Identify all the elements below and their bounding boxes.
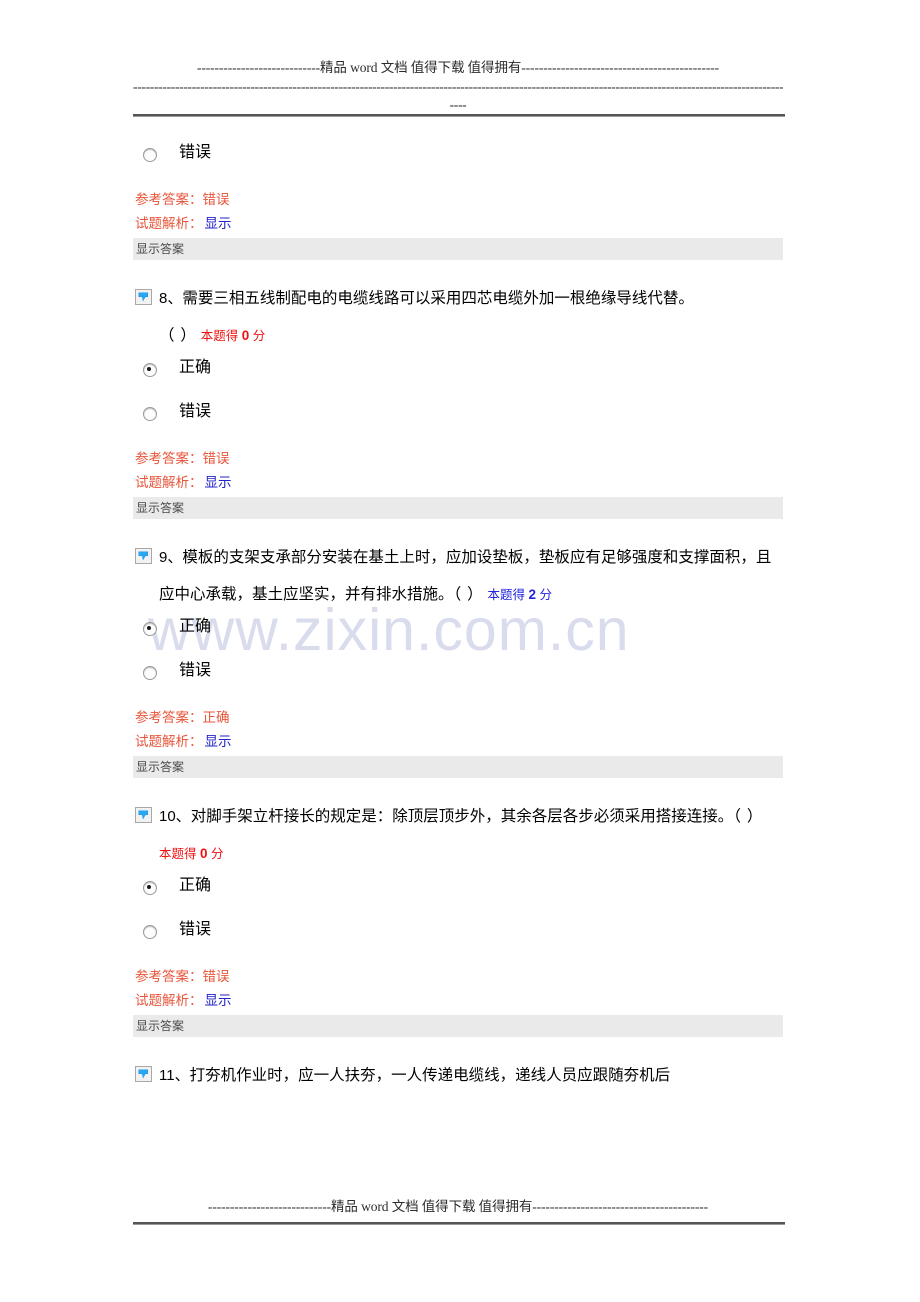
document-footer: ----------------------------精品 word 文档 值… [133, 1197, 783, 1217]
option-row[interactable]: 错误 [133, 658, 785, 702]
show-answer-bar[interactable]: 显示答案 [133, 756, 783, 778]
option-row[interactable]: 正确 [133, 614, 785, 658]
score-suffix: 分 [252, 329, 266, 343]
header-promo-line: ----------------------------精品 word 文档 值… [196, 60, 720, 75]
question-block-q11: 11、打夯机作业时，应一人扶夯，一人传递电缆线，递线人员应跟随夯机后 [133, 1057, 785, 1094]
question-text-q8: 8、需要三相五线制配电的电缆线路可以采用四芯电缆外加一根绝缘导线代替。 （ ） … [133, 280, 785, 355]
bullet-arrow-icon [135, 1066, 152, 1082]
reference-answer-line: 参考答案：正确 [133, 706, 785, 730]
option-row[interactable]: 错误 [133, 399, 785, 443]
header-divider [133, 114, 785, 117]
show-explanation-link[interactable]: 显示 [205, 475, 232, 490]
score-value: 0 [200, 846, 208, 861]
question-block-q10: 10、对脚手架立杆接长的规定是：除顶层顶步外，其余各层各步必须采用搭接连接。（ … [133, 798, 785, 1037]
question-text-q11: 11、打夯机作业时，应一人扶夯，一人传递电缆线，递线人员应跟随夯机后 [133, 1057, 785, 1094]
question-block-q7-tail: 错误 参考答案：错误 试题解析： 显示 显示答案 [133, 140, 785, 260]
radio-button-false[interactable] [143, 148, 157, 162]
option-row[interactable]: 正确 [133, 355, 785, 399]
question-block-q9: 9、模板的支架支承部分安装在基土上时，应加设垫板，垫板应有足够强度和支撑面积，且… [133, 539, 785, 778]
reference-answer-line: 参考答案：错误 [133, 447, 785, 471]
option-label: 正确 [179, 618, 212, 635]
radio-button-true[interactable] [143, 622, 157, 636]
question-score-q10: 本题得 0 分 [159, 846, 224, 861]
question-text-q9: 9、模板的支架支承部分安装在基土上时，应加设垫板，垫板应有足够强度和支撑面积，且… [133, 539, 785, 614]
explanation-label: 试题解析： [135, 216, 203, 231]
show-explanation-link[interactable]: 显示 [205, 993, 232, 1008]
footer-divider [133, 1222, 785, 1225]
question-body-q8: 需要三相五线制配电的电缆线路可以采用四芯电缆外加一根绝缘导线代替。 [182, 290, 694, 307]
explanation-line: 试题解析： 显示 [133, 471, 785, 495]
option-label: 错误 [179, 921, 212, 938]
score-suffix: 分 [539, 588, 553, 602]
score-prefix: 本题得 [487, 588, 526, 602]
score-prefix: 本题得 [200, 329, 239, 343]
explanation-label: 试题解析： [135, 993, 203, 1008]
question-blank-q10: （ ） [733, 808, 764, 825]
explanation-label: 试题解析： [135, 734, 203, 749]
bullet-arrow-icon [135, 548, 152, 564]
explanation-line: 试题解析： 显示 [133, 989, 785, 1013]
option-label: 正确 [179, 359, 212, 376]
explanation-line: 试题解析： 显示 [133, 212, 785, 236]
reference-answer-value: 错误 [202, 451, 230, 466]
option-row[interactable]: 错误 [133, 140, 785, 184]
question-body-q10: 对脚手架立杆接长的规定是：除顶层顶步外，其余各层各步必须采用搭接连接。 [190, 808, 734, 825]
show-answer-bar[interactable]: 显示答案 [133, 1015, 783, 1037]
question-block-q8: 8、需要三相五线制配电的电缆线路可以采用四芯电缆外加一根绝缘导线代替。 （ ） … [133, 280, 785, 519]
question-number-q11: 11、 [159, 1067, 190, 1084]
question-blank-q8: （ ） [159, 327, 197, 344]
reference-answer-label: 参考答案： [135, 710, 203, 725]
option-row[interactable]: 错误 [133, 917, 785, 961]
radio-button-false[interactable] [143, 666, 157, 680]
header-dash-tail: ---- [449, 97, 467, 112]
radio-button-true[interactable] [143, 363, 157, 377]
reference-answer-value: 正确 [202, 710, 230, 725]
explanation-line: 试题解析： 显示 [133, 730, 785, 754]
reference-answer-value: 错误 [202, 192, 230, 207]
bullet-arrow-icon [135, 289, 152, 305]
quiz-content: 错误 参考答案：错误 试题解析：显示 显示答案 8、需要三相五线制配电的电缆线 [133, 140, 785, 1094]
option-label: 错误 [179, 403, 212, 420]
radio-button-false[interactable] [143, 925, 157, 939]
option-label: 正确 [179, 877, 212, 894]
question-body-q11: 打夯机作业时，应一人扶夯，一人传递电缆线，递线人员应跟随夯机后 [189, 1067, 671, 1084]
reference-answer-line: 参考答案：错误 [133, 188, 785, 212]
document-header: ----------------------------精品 word 文档 值… [133, 58, 783, 114]
header-dash-line: ----------------------------------------… [133, 79, 783, 94]
explanation-label: 试题解析： [135, 475, 203, 490]
show-answer-bar[interactable]: 显示答案 [133, 497, 783, 519]
option-label: 错误 [179, 144, 212, 161]
reference-answer-line: 参考答案：错误 [133, 965, 785, 989]
show-explanation-link[interactable]: 显示 [205, 216, 232, 231]
bullet-arrow-icon [135, 807, 152, 823]
reference-answer-label: 参考答案： [135, 192, 203, 207]
score-value: 2 [528, 587, 537, 602]
footer-promo-line: ----------------------------精品 word 文档 值… [207, 1199, 709, 1214]
show-answer-bar[interactable]: 显示答案 [133, 238, 783, 260]
question-blank-q9: （ ） [453, 586, 484, 603]
question-score-q8: 本题得 0 分 [200, 328, 266, 343]
document-page: ----------------------------精品 word 文档 值… [0, 0, 920, 1302]
radio-button-false[interactable] [143, 407, 157, 421]
score-suffix: 分 [211, 847, 224, 861]
question-number-q10: 10、 [159, 808, 191, 825]
reference-answer-value: 错误 [202, 969, 230, 984]
question-score-q9: 本题得 2 分 [487, 587, 553, 602]
option-label: 错误 [179, 662, 212, 679]
score-value: 0 [241, 328, 250, 343]
question-number-q9: 9、 [159, 549, 183, 566]
score-prefix: 本题得 [159, 847, 197, 861]
show-explanation-link[interactable]: 显示 [205, 734, 232, 749]
option-row[interactable]: 正确 [133, 873, 785, 917]
radio-button-true[interactable] [143, 881, 157, 895]
reference-answer-label: 参考答案： [135, 969, 203, 984]
reference-answer-label: 参考答案： [135, 451, 203, 466]
question-number-q8: 8、 [159, 290, 183, 307]
question-text-q10: 10、对脚手架立杆接长的规定是：除顶层顶步外，其余各层各步必须采用搭接连接。（ … [133, 798, 785, 873]
